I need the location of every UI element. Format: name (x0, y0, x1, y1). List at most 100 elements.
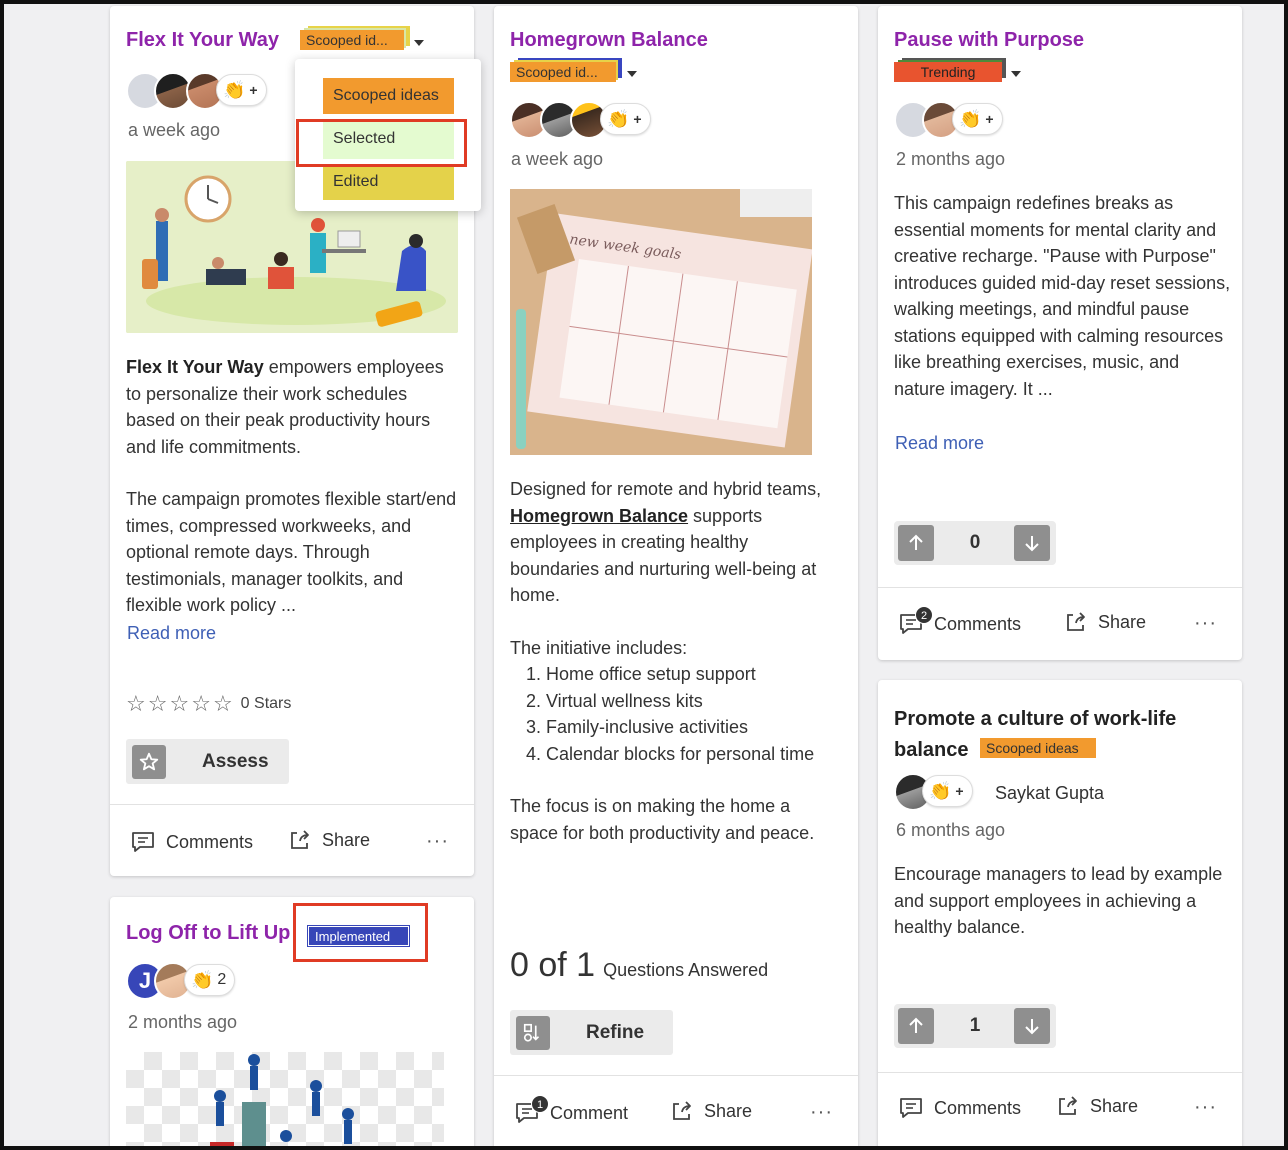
vote-widget: 1 (894, 1004, 1056, 1048)
share-button[interactable]: Share (288, 828, 370, 852)
comments-button[interactable]: Comments (130, 830, 253, 854)
list-item: Home office setup support (546, 661, 840, 688)
share-button[interactable]: Share (1064, 610, 1146, 634)
idea-card-homegrown-balance: Homegrown Balance Scooped id... 👏 + a we… (494, 6, 858, 1150)
highlight-box-implemented (293, 903, 428, 962)
refine-icon (516, 1015, 550, 1050)
arrow-down-icon (1025, 536, 1039, 552)
comments-button[interactable]: Comments (898, 1096, 1021, 1120)
share-button[interactable]: Share (670, 1099, 752, 1123)
star-icon[interactable]: ☆ (213, 693, 233, 715)
star-icon[interactable]: ☆ (126, 693, 146, 715)
assess-button[interactable]: Assess (126, 739, 289, 784)
contributors-avatars[interactable]: 👏 + (894, 101, 1024, 141)
more-options-icon[interactable]: ··· (426, 830, 449, 853)
reaction-button[interactable]: 👏 + (600, 103, 651, 135)
arrow-up-icon (909, 534, 923, 550)
share-icon (673, 1101, 691, 1120)
upvote-button[interactable] (898, 525, 934, 561)
upvote-button[interactable] (898, 1008, 934, 1044)
contributors-avatars[interactable]: 👏 + (510, 101, 680, 141)
contributors-avatars[interactable]: 👏 + (126, 72, 296, 112)
author-name[interactable]: Saykat Gupta (995, 783, 1104, 804)
comment-count-badge: 1 (531, 1095, 549, 1113)
star-rating[interactable]: ☆ ☆ ☆ ☆ ☆ 0 Stars (126, 693, 291, 715)
clap-icon: 👏 (929, 781, 952, 801)
comment-icon (900, 1098, 922, 1118)
clap-icon: 👏 (223, 80, 246, 100)
status-tag-stack[interactable]: Scooped id... (510, 58, 626, 82)
dropdown-option-edited[interactable]: Edited (323, 164, 454, 200)
vote-count: 1 (969, 1015, 981, 1036)
idea-description: Encourage managers to lead by ex­ample a… (894, 864, 1223, 937)
clap-icon: 👏 (959, 109, 982, 129)
idea-description: Flex It Your Way empowers employ­ees to … (126, 357, 457, 615)
star-icon[interactable]: ☆ (148, 693, 168, 715)
list-item: Virtual wellness kits (546, 688, 840, 715)
star-icon[interactable]: ☆ (191, 693, 211, 715)
share-icon (1059, 1096, 1077, 1115)
star-icon[interactable]: ☆ (169, 693, 189, 715)
dropdown-option-scooped-ideas[interactable]: Scooped ideas (323, 78, 454, 114)
reaction-button[interactable]: 👏 2 (184, 964, 236, 996)
vote-count: 0 (969, 532, 981, 553)
idea-description: This campaign redefines breaks as essent… (894, 193, 1231, 399)
idea-title[interactable]: Flex It Your Way (126, 29, 279, 52)
status-tag[interactable]: Scooped id... (510, 62, 616, 82)
share-icon (1067, 612, 1085, 631)
idea-title[interactable]: Homegrown Balance (510, 29, 708, 52)
more-options-icon[interactable]: ··· (1194, 1096, 1217, 1119)
arrow-up-icon (909, 1017, 923, 1033)
chevron-down-icon[interactable] (627, 71, 637, 77)
contributors-avatars[interactable]: 👏 + (894, 773, 994, 813)
read-more-link[interactable]: Read more (127, 623, 216, 644)
share-icon (291, 830, 309, 849)
idea-title[interactable]: Pause with Purpose (894, 29, 1084, 52)
star-icon (132, 744, 166, 779)
more-options-icon[interactable]: ··· (810, 1101, 833, 1124)
rating-label: 0 Stars (240, 695, 292, 712)
comment-icon (132, 832, 154, 852)
arrow-down-icon (1025, 1019, 1039, 1035)
more-options-icon[interactable]: ··· (1194, 612, 1217, 635)
idea-link[interactable]: Homegrown Balance (510, 506, 688, 526)
questions-count: 0 of 1 (510, 946, 596, 984)
read-more-link[interactable]: Read more (895, 433, 984, 454)
status-tag[interactable]: Scooped ideas (980, 738, 1096, 758)
timestamp: 6 months ago (896, 820, 1006, 840)
timestamp: 2 months ago (128, 1012, 238, 1032)
reaction-button[interactable]: 👏 + (922, 775, 973, 807)
clap-icon: 👏 (607, 109, 630, 129)
chevron-down-icon[interactable] (1011, 71, 1021, 77)
status-tag-stack[interactable]: Trending (894, 58, 1010, 82)
reaction-button[interactable]: 👏 + (216, 74, 267, 106)
status-tag-stack[interactable]: Scooped id... (300, 26, 412, 50)
idea-card-pause-with-purpose: Pause with Purpose Trending 👏 + 2 months… (878, 6, 1242, 660)
status-tag[interactable]: Scooped id... (300, 30, 404, 50)
idea-image (126, 1052, 444, 1150)
divider (878, 587, 1242, 588)
timestamp: a week ago (511, 149, 604, 169)
downvote-button[interactable] (1014, 525, 1050, 561)
timestamp: a week ago (128, 120, 221, 140)
divider (110, 804, 474, 805)
vote-widget: 0 (894, 521, 1056, 565)
status-tag[interactable]: Trending (894, 62, 1002, 82)
share-button[interactable]: Share (1056, 1094, 1138, 1118)
idea-card-promote-culture: Promote a culture of work-life balance S… (878, 680, 1242, 1150)
highlight-box-selected (296, 119, 467, 167)
refine-button[interactable]: Refine (510, 1010, 673, 1055)
chevron-down-icon[interactable] (414, 40, 424, 46)
comment-count-badge: 2 (915, 606, 933, 624)
divider (878, 1072, 1242, 1073)
idea-title[interactable]: Log Off to Lift Up (126, 922, 290, 945)
divider (494, 1075, 858, 1076)
contributors-avatars[interactable]: J 👏 2 (126, 962, 256, 1002)
list-item: Calendar blocks for personal time (546, 741, 840, 768)
list-item: Family-inclusive activities (546, 714, 840, 741)
initiative-list: Home office setup support Virtual wellne… (546, 661, 840, 767)
downvote-button[interactable] (1014, 1008, 1050, 1044)
idea-image: new week goals (510, 189, 812, 455)
reaction-button[interactable]: 👏 + (952, 103, 1003, 135)
idea-description: Designed for remote and hybrid teams, Ho… (510, 476, 840, 846)
